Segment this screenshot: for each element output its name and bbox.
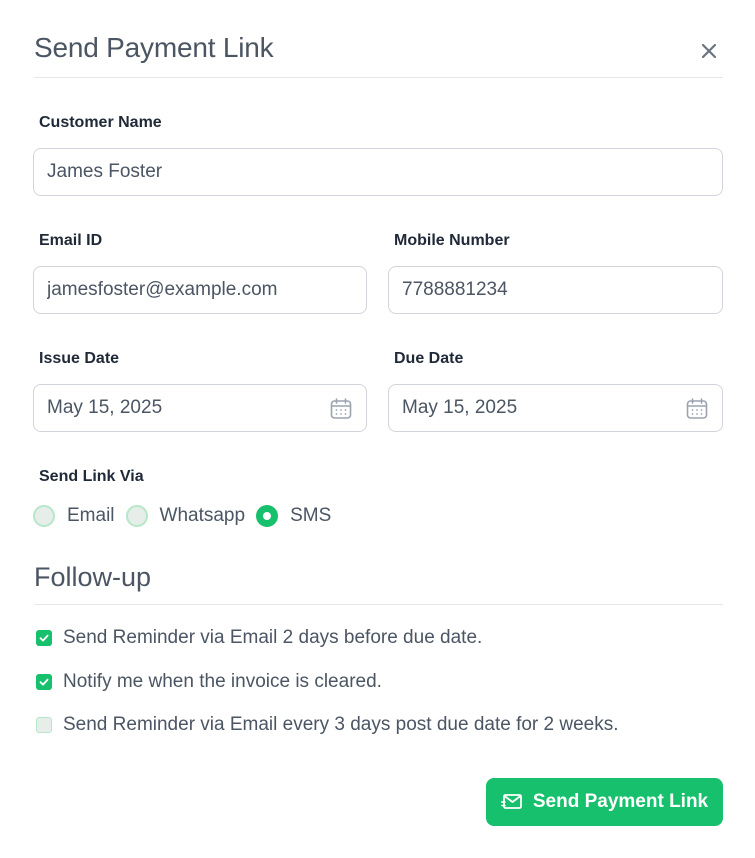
- close-button[interactable]: [696, 38, 722, 64]
- mobile-field[interactable]: [388, 266, 723, 314]
- email-field[interactable]: [33, 266, 367, 314]
- send-button-label: Send Payment Link: [532, 791, 709, 812]
- modal-title: Send Payment Link: [34, 32, 274, 63]
- mobile-label: Mobile Number: [394, 232, 510, 249]
- radio-label: Whatsapp: [159, 505, 246, 526]
- calendar-icon[interactable]: [685, 397, 709, 421]
- issue-date-value: May 15, 2025: [47, 397, 163, 418]
- checkbox-unchecked[interactable]: [36, 717, 52, 733]
- followup-divider: [34, 604, 723, 605]
- radio-label: SMS: [290, 505, 332, 526]
- close-icon: [701, 43, 717, 59]
- radio-label: Email: [67, 505, 115, 526]
- checkbox-label: Notify me when the invoice is cleared.: [63, 671, 382, 692]
- due-date-value: May 15, 2025: [402, 397, 518, 418]
- mail-icon: [500, 793, 523, 811]
- followup-option[interactable]: Send Reminder via Email every 3 days pos…: [36, 714, 619, 736]
- customer-name-input[interactable]: [47, 161, 709, 183]
- checkbox-label: Send Reminder via Email every 3 days pos…: [63, 714, 619, 735]
- mobile-input[interactable]: [402, 279, 709, 301]
- email-label: Email ID: [39, 232, 103, 249]
- radio-option-whatsapp[interactable]: Whatsapp: [125, 505, 246, 527]
- send-payment-link-button[interactable]: Send Payment Link: [486, 778, 723, 826]
- due-date-field[interactable]: May 15, 2025: [388, 384, 723, 432]
- radio-button-selected[interactable]: [256, 505, 279, 527]
- checkbox-label: Send Reminder via Email 2 days before du…: [63, 627, 483, 648]
- issue-date-field[interactable]: May 15, 2025: [33, 384, 367, 432]
- radio-option-email[interactable]: Email: [33, 505, 115, 527]
- radio-button[interactable]: [125, 505, 148, 527]
- email-input[interactable]: [47, 279, 353, 301]
- radio-button[interactable]: [33, 505, 55, 527]
- followup-option[interactable]: Notify me when the invoice is cleared.: [36, 671, 382, 693]
- checkbox-checked[interactable]: [36, 630, 52, 646]
- issue-date-label: Issue Date: [39, 350, 120, 367]
- customer-name-label: Customer Name: [39, 114, 162, 131]
- check-icon: [39, 678, 49, 686]
- radio-option-sms[interactable]: SMS: [256, 505, 331, 527]
- send-via-radio-group: Email Whatsapp SMS: [33, 503, 342, 529]
- calendar-icon[interactable]: [329, 397, 353, 421]
- followup-option[interactable]: Send Reminder via Email 2 days before du…: [36, 627, 482, 649]
- due-date-label: Due Date: [394, 350, 464, 367]
- checkbox-checked[interactable]: [36, 674, 52, 690]
- header-divider: [34, 77, 723, 78]
- check-icon: [39, 634, 49, 642]
- send-via-label: Send Link Via: [39, 468, 144, 485]
- followup-title: Follow-up: [34, 562, 152, 592]
- send-payment-link-modal: Send Payment Link Customer Name Email ID…: [0, 0, 755, 858]
- customer-name-field[interactable]: [33, 148, 723, 196]
